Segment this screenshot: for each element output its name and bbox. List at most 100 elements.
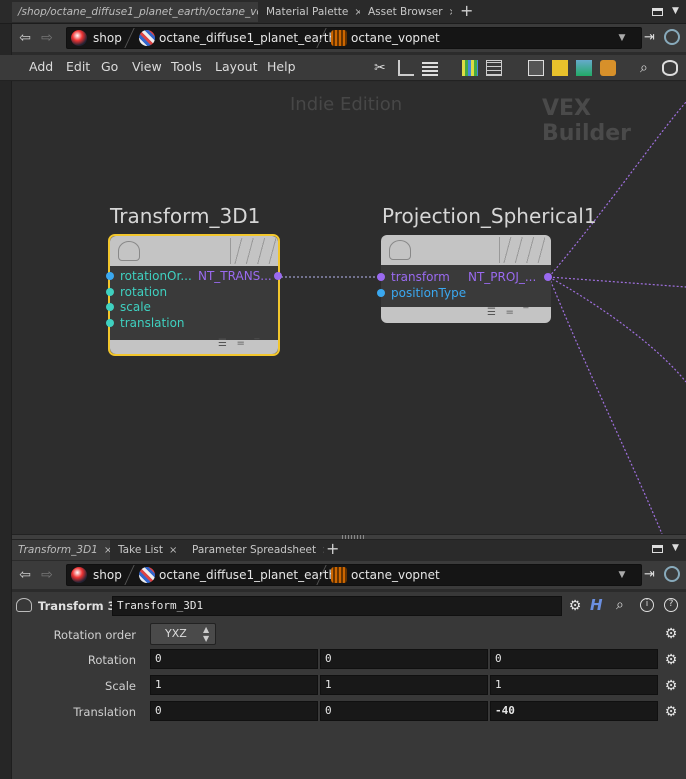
add-tab-icon[interactable]: + xyxy=(326,539,339,559)
translation-x-field[interactable]: 0 xyxy=(150,701,318,721)
close-icon[interactable]: × xyxy=(104,545,110,556)
search-icon[interactable]: ⌕ xyxy=(616,597,624,613)
node-type-icon xyxy=(389,240,411,260)
eye-icon[interactable] xyxy=(662,60,678,76)
left-shelf-strip xyxy=(0,24,12,779)
material-icon xyxy=(139,567,155,583)
menu-go[interactable]: Go xyxy=(101,59,118,74)
link-icon[interactable] xyxy=(664,566,680,582)
node-projection-spherical1[interactable]: transform NT_PROJ_... positionType ☰ = ‾ xyxy=(377,235,552,323)
path-breadcrumb[interactable]: shop octane_diffuse1_planet_earth octane… xyxy=(66,27,642,49)
rotation-x-field[interactable]: 0 xyxy=(150,649,318,669)
tab-parameters[interactable]: Transform_3D1 × xyxy=(12,540,110,560)
output-label: NT_TRANS... xyxy=(198,269,272,283)
pin-icon[interactable]: ⇥ xyxy=(644,567,655,582)
crumb-shop[interactable]: shop xyxy=(93,565,122,585)
node-type-icon xyxy=(16,598,32,612)
search-icon[interactable]: ⌕ xyxy=(640,60,656,76)
crumb-material[interactable]: octane_diffuse1_planet_earth xyxy=(159,565,336,585)
tree-icon[interactable] xyxy=(398,60,414,76)
back-arrow-icon[interactable]: ⇦ xyxy=(16,29,34,47)
add-tab-icon[interactable]: + xyxy=(460,1,473,21)
help-h-icon[interactable]: H xyxy=(590,596,603,614)
menu-add[interactable]: Add xyxy=(29,59,53,74)
node-name-field[interactable]: Transform_3D1 xyxy=(112,596,562,616)
gear-icon[interactable]: ⚙ xyxy=(664,679,678,693)
menu-tools[interactable]: Tools xyxy=(171,59,202,74)
close-icon[interactable]: × xyxy=(322,545,324,556)
node-transform-3d1[interactable]: rotationOr... NT_TRANS... rotation scale… xyxy=(106,234,282,356)
gear-icon[interactable]: ⚙ xyxy=(664,705,678,719)
output-port-dot[interactable] xyxy=(274,272,282,280)
input-port-dot[interactable] xyxy=(377,289,385,297)
tab-asset-browser[interactable]: Asset Browser × xyxy=(362,2,452,22)
image-icon[interactable] xyxy=(576,60,592,76)
input-scale: scale xyxy=(120,300,151,314)
rotation-y-field[interactable]: 0 xyxy=(320,649,488,669)
chevron-down-icon[interactable]: ▼ xyxy=(615,567,629,583)
gear-icon[interactable]: ⚙ xyxy=(568,599,582,613)
pane-menu-icon[interactable]: ▼ xyxy=(672,543,679,553)
maximize-pane-icon[interactable] xyxy=(652,545,663,553)
crumb-vopnet[interactable]: octane_vopnet xyxy=(351,28,440,48)
input-port-dot[interactable] xyxy=(106,272,114,280)
shop-icon xyxy=(71,30,87,46)
input-port-dot[interactable] xyxy=(106,288,114,296)
table-icon[interactable] xyxy=(486,60,502,76)
scale-z-field[interactable]: 1 xyxy=(490,675,658,695)
tab-take-list[interactable]: Take List × xyxy=(112,540,184,560)
grid-icon[interactable] xyxy=(462,60,478,76)
menu-view[interactable]: View xyxy=(132,59,162,74)
node-footer: ☰ = ‾ xyxy=(381,307,551,323)
crumb-material[interactable]: octane_diffuse1_planet_earth xyxy=(159,28,336,48)
close-icon[interactable]: × xyxy=(449,7,452,18)
path-breadcrumb[interactable]: shop octane_diffuse1_planet_earth octane… xyxy=(66,564,642,586)
pin-icon[interactable]: ⇥ xyxy=(644,30,655,45)
info-icon[interactable]: i xyxy=(640,598,654,612)
path-bar: ⇦ ⇨ shop octane_diffuse1_planet_earth oc… xyxy=(12,24,686,52)
crumb-vopnet[interactable]: octane_vopnet xyxy=(351,565,440,585)
pane-menu-icon[interactable]: ▼ xyxy=(672,6,679,16)
chevron-down-icon[interactable]: ▼ xyxy=(615,30,629,46)
back-arrow-icon[interactable]: ⇦ xyxy=(16,566,34,584)
scale-x-field[interactable]: 1 xyxy=(150,675,318,695)
close-icon[interactable]: × xyxy=(354,7,360,18)
help-icon[interactable]: ? xyxy=(664,598,678,612)
input-port-dot[interactable] xyxy=(106,303,114,311)
gear-icon[interactable]: ⚙ xyxy=(664,627,678,641)
menu-layout[interactable]: Layout xyxy=(215,59,258,74)
node-title-transform[interactable]: Transform_3D1 xyxy=(110,204,260,228)
network-canvas[interactable]: Indie Edition VEX Builder Transform_3D1 … xyxy=(12,82,686,534)
sticky-note-icon[interactable] xyxy=(552,60,568,76)
node-title-projection[interactable]: Projection_Spherical1 xyxy=(382,204,597,228)
gear-icon[interactable]: ⚙ xyxy=(664,653,678,667)
menu-help[interactable]: Help xyxy=(267,59,296,74)
tab-parameter-spreadsheet[interactable]: Parameter Spreadsheet × xyxy=(186,540,324,560)
rotation-z-field[interactable]: 0 xyxy=(490,649,658,669)
tab-label: Take List xyxy=(118,544,163,556)
input-port-dot[interactable] xyxy=(106,319,114,327)
node-header xyxy=(110,236,278,266)
translation-z-field[interactable]: -40 xyxy=(490,701,658,721)
param-label-rotation-order: Rotation order xyxy=(53,628,136,642)
forward-arrow-icon[interactable]: ⇨ xyxy=(38,566,56,584)
maximize-pane-icon[interactable] xyxy=(652,8,663,16)
translation-y-field[interactable]: 0 xyxy=(320,701,488,721)
box-icon[interactable] xyxy=(600,60,616,76)
tools-icon[interactable]: ✂ xyxy=(374,60,390,76)
crumb-shop[interactable]: shop xyxy=(93,28,122,48)
network-box-icon[interactable] xyxy=(528,60,544,76)
close-icon[interactable]: × xyxy=(169,545,177,556)
rotation-order-select[interactable]: YXZ ▲ ▼ xyxy=(150,623,216,645)
menu-edit[interactable]: Edit xyxy=(66,59,90,74)
scale-y-field[interactable]: 1 xyxy=(320,675,488,695)
splitter-handle[interactable] xyxy=(342,535,364,539)
input-port-dot[interactable] xyxy=(377,273,385,281)
node-footer: ☰ = ‾ xyxy=(110,338,278,354)
list-icon[interactable] xyxy=(422,60,438,76)
tab-network-path[interactable]: /shop/octane_diffuse1_planet_earth/octan… xyxy=(12,2,258,22)
forward-arrow-icon[interactable]: ⇨ xyxy=(38,29,56,47)
tab-material-palette[interactable]: Material Palette × xyxy=(260,2,360,22)
output-port-dot[interactable] xyxy=(544,273,552,281)
link-icon[interactable] xyxy=(664,29,680,45)
